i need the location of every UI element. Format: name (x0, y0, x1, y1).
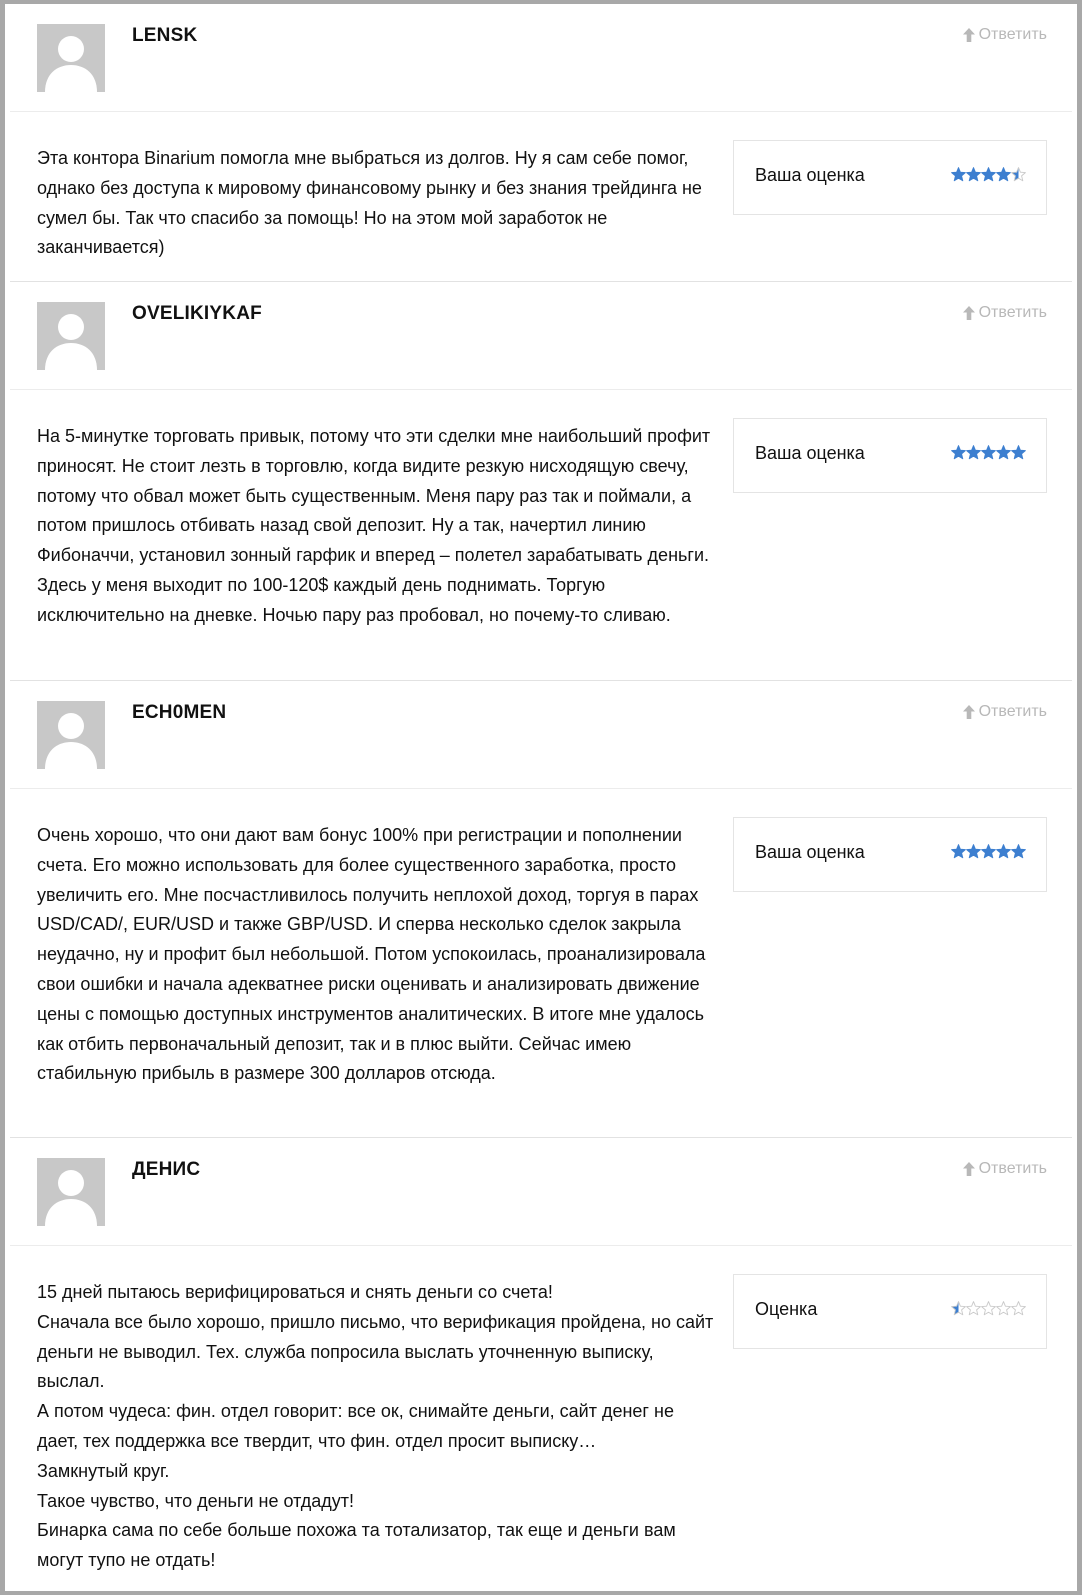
reply-button[interactable]: Ответить (962, 703, 1047, 721)
arrow-up-icon (962, 1161, 976, 1177)
reply-label: Ответить (978, 26, 1047, 43)
review-card: ДЕНИС Ответить 15 дней пытаюсь верифицир… (10, 1137, 1072, 1595)
star-icon (951, 1301, 966, 1316)
rating-box: Ваша оценка (733, 140, 1047, 215)
author-name: ECH0MEN (132, 702, 227, 723)
user-silhouette-icon (45, 713, 97, 769)
star-icon (981, 167, 996, 182)
reply-label: Ответить (978, 703, 1047, 720)
star-icon (996, 445, 1011, 460)
review-paragraph: Очень хорошо, что они дают вам бонус 100… (37, 825, 706, 1084)
review-paragraph: Эта контора Binarium помогла мне выбрать… (37, 148, 702, 258)
author-name: LENSK (132, 25, 198, 46)
review-header: ДЕНИС Ответить (10, 1138, 1072, 1246)
review-paragraph: Такое чувство, что деньги не отдадут! (37, 1490, 355, 1511)
review-body: Эта контора Binarium помогла мне выбрать… (10, 112, 1072, 279)
star-icon (996, 167, 1011, 182)
review-body: На 5-минутке торговать привык, потому чт… (10, 390, 1072, 676)
review-paragraph: Бинарка сама по себе больше похожа та то… (37, 1520, 676, 1571)
rating-box: Ваша оценка (733, 817, 1047, 892)
review-text: Эта контора Binarium помогла мне выбрать… (37, 144, 717, 263)
star-icon (1011, 445, 1026, 460)
review-header: OVELIKIYKAF Ответить (10, 282, 1072, 390)
review-paragraph: Сначала все было хорошо, пришло письмо, … (37, 1311, 714, 1392)
star-icon (981, 445, 996, 460)
rating-label: Оценка (755, 1299, 818, 1319)
star-icon (981, 1301, 996, 1316)
star-icon (966, 167, 981, 182)
review-card: OVELIKIYKAF Ответить На 5-минутке торгов… (10, 281, 1072, 676)
reply-label: Ответить (978, 1160, 1047, 1177)
review-paragraph: 15 дней пытаюсь верифицироваться и снять… (37, 1282, 553, 1302)
reply-button[interactable]: Ответить (962, 304, 1047, 322)
star-icon (951, 167, 966, 182)
avatar (37, 302, 105, 370)
review-paragraph: На 5-минутке торговать привык, потому чт… (37, 426, 711, 625)
review-body: 15 дней пытаюсь верифицироваться и снять… (10, 1246, 1072, 1595)
star-icon (1011, 167, 1026, 182)
avatar (37, 1158, 105, 1226)
avatar (37, 24, 105, 92)
review-paragraph: А потом чудеса: фин. отдел говорит: все … (37, 1401, 674, 1451)
review-card: ECH0MEN Ответить Очень хорошо, что они д… (10, 680, 1072, 1129)
star-icon (966, 445, 981, 460)
rating-box: Оценка (733, 1274, 1047, 1349)
review-card: LENSK Ответить Эта контора Binarium помо… (10, 4, 1072, 279)
review-text: На 5-минутке торговать привык, потому чт… (37, 422, 717, 631)
star-icon (996, 844, 1011, 859)
avatar (37, 701, 105, 769)
reply-button[interactable]: Ответить (962, 26, 1047, 44)
star-icon (951, 844, 966, 859)
user-silhouette-icon (45, 1170, 97, 1226)
star-icon (951, 445, 966, 460)
reply-button[interactable]: Ответить (962, 1160, 1047, 1178)
star-rating (951, 844, 1026, 859)
review-header: ECH0MEN Ответить (10, 681, 1072, 789)
star-icon (996, 1301, 1011, 1316)
author-name: ДЕНИС (132, 1159, 201, 1180)
arrow-up-icon (962, 27, 976, 43)
author-name: OVELIKIYKAF (132, 303, 262, 324)
star-rating (951, 1301, 1026, 1316)
rating-box: Ваша оценка (733, 418, 1047, 493)
star-icon (966, 1301, 981, 1316)
reviews-frame: LENSK Ответить Эта контора Binarium помо… (0, 0, 1082, 1595)
reply-label: Ответить (978, 304, 1047, 321)
arrow-up-icon (962, 704, 976, 720)
star-rating (951, 445, 1026, 460)
rating-label: Ваша оценка (755, 443, 865, 463)
user-silhouette-icon (45, 36, 97, 92)
star-rating (951, 167, 1026, 182)
review-header: LENSK Ответить (10, 4, 1072, 112)
review-text: Очень хорошо, что они дают вам бонус 100… (37, 821, 717, 1089)
star-icon (981, 844, 996, 859)
rating-label: Ваша оценка (755, 165, 865, 185)
arrow-up-icon (962, 305, 976, 321)
rating-label: Ваша оценка (755, 842, 865, 862)
review-paragraph: Замкнутый круг. (37, 1460, 170, 1481)
star-icon (1011, 844, 1026, 859)
star-icon (966, 844, 981, 859)
star-icon (1011, 1301, 1026, 1316)
review-body: Очень хорошо, что они дают вам бонус 100… (10, 789, 1072, 1129)
review-text: 15 дней пытаюсь верифицироваться и снять… (37, 1278, 717, 1576)
user-silhouette-icon (45, 314, 97, 370)
